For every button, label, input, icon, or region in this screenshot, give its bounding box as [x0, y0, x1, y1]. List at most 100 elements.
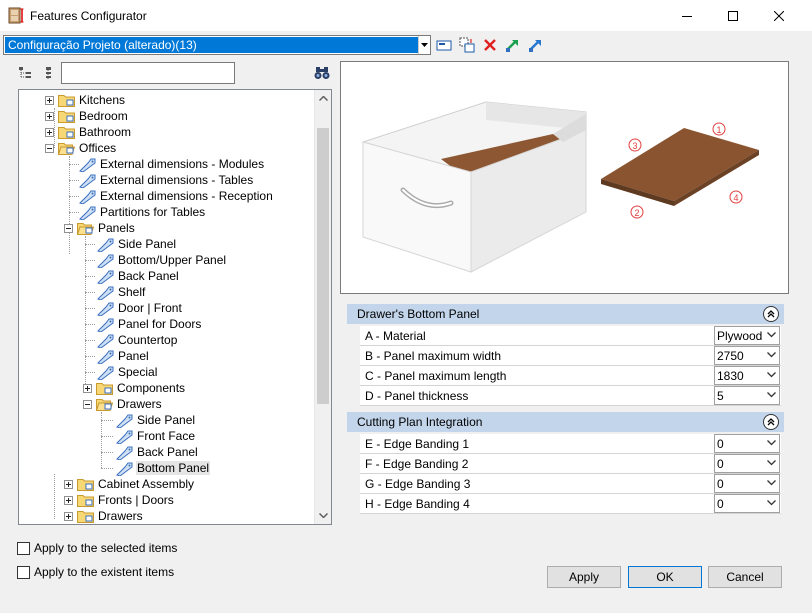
delete-icon[interactable] [481, 36, 499, 54]
tree-node-drawers[interactable]: Drawers [83, 396, 163, 412]
apply-existent-option[interactable]: Apply to the existent items [17, 564, 174, 580]
tree-node-cabinet-assembly[interactable]: Cabinet Assembly [64, 476, 195, 492]
scroll-up-arrow-icon[interactable] [315, 90, 331, 107]
maximize-button[interactable] [710, 0, 756, 31]
tag-icon [97, 301, 114, 316]
property-dropdown[interactable]: Plywood [714, 326, 780, 345]
tree-node-label: Side Panel [137, 413, 196, 427]
tree-connector [85, 292, 95, 293]
property-dropdown[interactable]: 1830 [714, 366, 780, 385]
tag-icon [116, 413, 133, 428]
tree-node-label: Fronts | Doors [98, 493, 174, 507]
tree-scrollbar[interactable] [314, 90, 331, 524]
tree-node-kitchens[interactable]: Kitchens [45, 92, 126, 108]
tree-node-countertop[interactable]: Countertop [97, 332, 178, 348]
expand-icon[interactable] [64, 479, 73, 489]
property-dropdown[interactable]: 0 [714, 494, 780, 513]
tree-node-door-front[interactable]: Door | Front [97, 300, 183, 316]
cancel-button[interactable]: Cancel [708, 566, 782, 588]
property-dropdown[interactable]: 0 [714, 434, 780, 453]
collapse-icon[interactable] [45, 143, 54, 153]
scrollbar-thumb[interactable] [317, 128, 329, 404]
expand-icon[interactable] [64, 495, 73, 505]
expand-icon[interactable] [83, 383, 92, 393]
tree-node-partitions-for-tables[interactable]: Partitions for Tables [79, 204, 206, 220]
tree-node-drawer-side-panel[interactable]: Side Panel [116, 412, 196, 428]
chevron-down-icon[interactable] [418, 36, 430, 54]
apply-button[interactable]: Apply [547, 566, 621, 588]
chevron-down-icon [767, 372, 776, 378]
tree-node-fronts-doors[interactable]: Fronts | Doors [64, 492, 175, 508]
expand-icon[interactable] [45, 95, 54, 105]
import-icon[interactable] [504, 36, 522, 54]
property-dropdown[interactable]: 2750 [714, 346, 780, 365]
group-header-cutting-plan[interactable]: Cutting Plan Integration [347, 412, 784, 432]
tree-node-label: External dimensions - Reception [100, 189, 273, 203]
collapse-all-icon[interactable] [42, 66, 56, 80]
rename-config-icon[interactable] [458, 36, 476, 54]
expand-icon[interactable] [45, 111, 54, 121]
collapse-icon[interactable] [64, 223, 73, 233]
property-dropdown[interactable]: 5 [714, 386, 780, 405]
tree-connector [85, 372, 95, 373]
export-icon[interactable] [527, 36, 545, 54]
ok-button[interactable]: OK [628, 566, 702, 588]
folder-icon [77, 493, 94, 508]
property-dropdown[interactable]: 0 [714, 454, 780, 473]
close-icon [774, 10, 784, 21]
collapse-group-icon[interactable] [763, 306, 779, 322]
tree-node-drawer-front-face[interactable]: Front Face [116, 428, 196, 444]
minimize-button[interactable] [664, 0, 710, 31]
expand-all-icon[interactable] [18, 66, 32, 80]
group-header-bottom-panel[interactable]: Drawer's Bottom Panel [347, 304, 784, 324]
tree-node-drawer-back-panel[interactable]: Back Panel [116, 444, 199, 460]
tree-node-back-panel[interactable]: Back Panel [97, 268, 180, 284]
tree-node-label: Special [118, 365, 158, 379]
property-label: F - Edge Banding 2 [365, 457, 469, 471]
apply-existent-checkbox[interactable] [17, 565, 30, 579]
tree-node-drawer-bottom-panel[interactable]: Bottom Panel [116, 460, 211, 476]
tree-search-input[interactable] [61, 62, 235, 84]
apply-selected-checkbox[interactable] [17, 541, 30, 555]
tree-node-bottom-upper-panel[interactable]: Bottom/Upper Panel [97, 252, 227, 268]
property-row-edge-banding-2: F - Edge Banding 2 0 [360, 454, 781, 474]
tag-icon [97, 269, 114, 284]
property-row-panel-thickness: D - Panel thickness 5 [360, 386, 781, 406]
property-dropdown[interactable]: 0 [714, 474, 780, 493]
tree-node-panel[interactable]: Panel [97, 348, 150, 364]
tree-node-offices[interactable]: Offices [45, 140, 117, 156]
tree-node-external-dimensions-reception[interactable]: External dimensions - Reception [79, 188, 274, 204]
apply-selected-option[interactable]: Apply to the selected items [17, 540, 177, 556]
tree-node-shelf[interactable]: Shelf [97, 284, 146, 300]
property-row-edge-banding-3: G - Edge Banding 3 0 [360, 474, 781, 494]
collapse-group-icon[interactable] [763, 414, 779, 430]
tree-node-panel-for-doors[interactable]: Panel for Doors [97, 316, 202, 332]
tree-connector [69, 156, 70, 228]
tree-connector [69, 164, 79, 165]
tree-node-label: Offices [79, 141, 117, 155]
tree-node-bedroom[interactable]: Bedroom [45, 108, 129, 124]
tree-node-label: Side Panel [118, 237, 177, 251]
tag-icon [97, 237, 114, 252]
tree-node-external-dimensions-modules[interactable]: External dimensions - Modules [79, 156, 265, 172]
expand-icon[interactable] [64, 511, 73, 521]
close-button[interactable] [756, 0, 802, 31]
tree-node-special[interactable]: Special [97, 364, 158, 380]
tree-node-office-drawers[interactable]: Drawers [64, 508, 144, 524]
tree-node-side-panel[interactable]: Side Panel [97, 236, 177, 252]
folder-icon [77, 477, 94, 492]
tree-node-external-dimensions-tables[interactable]: External dimensions - Tables [79, 172, 254, 188]
tree-connector [85, 244, 95, 245]
scroll-down-arrow-icon[interactable] [315, 507, 331, 524]
tree-node-bathroom[interactable]: Bathroom [45, 124, 132, 140]
expand-icon[interactable] [45, 127, 54, 137]
collapse-icon[interactable] [83, 399, 92, 409]
title-bar: Features Configurator [0, 0, 812, 31]
binoculars-icon[interactable] [314, 66, 330, 80]
feature-tree[interactable]: Kitchens Bedroom Bathroom Offices Extern… [18, 89, 332, 525]
save-config-icon[interactable] [435, 36, 453, 54]
configuration-dropdown[interactable]: Configuração Projeto (alterado)(13) [3, 35, 431, 55]
minimize-icon [682, 15, 692, 17]
tree-node-components[interactable]: Components [83, 380, 186, 396]
tree-node-panels[interactable]: Panels [64, 220, 136, 236]
